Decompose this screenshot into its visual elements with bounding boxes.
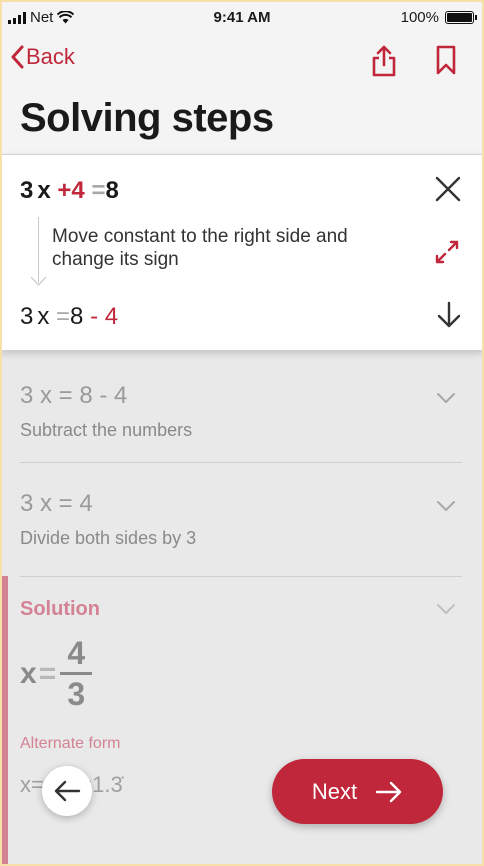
solution-label: Solution (20, 598, 100, 620)
connector-arrow-icon (30, 276, 47, 286)
arrow-right-icon (375, 781, 402, 802)
step-equation: 3 x = 4 (20, 490, 93, 517)
chevron-left-icon (11, 45, 24, 69)
step-description: Divide both sides by 3 (20, 528, 197, 548)
step-description: Subtract the numbers (20, 420, 193, 440)
battery-group: 100% (400, 9, 477, 26)
next-substep-button[interactable] (436, 301, 462, 334)
step-item[interactable]: 3 x = 8 - 4 Subtract the numbers (20, 382, 462, 463)
arrow-down-icon (437, 301, 461, 328)
share-button[interactable] (370, 44, 398, 83)
bookmark-icon (436, 45, 456, 75)
solution-fraction: 4 3 (60, 635, 93, 712)
current-step-card: 3x +4 =8 Move constant to the right side… (0, 155, 484, 350)
battery-percent: 100% (400, 9, 439, 26)
next-label: Next (311, 778, 358, 804)
navigation-bar: Back Solving steps (0, 36, 484, 155)
solution-equals: = (38, 656, 57, 690)
page-title: Solving steps (20, 96, 274, 140)
arrow-left-icon (54, 780, 81, 802)
step-item[interactable]: 3 x = 4 Divide both sides by 3 (20, 490, 462, 577)
next-button[interactable]: Next (272, 759, 443, 824)
status-bar: Net 9:41 AM 100% (0, 0, 484, 36)
chevron-down-icon (437, 501, 455, 511)
bookmark-button[interactable] (434, 44, 458, 81)
chevron-down-icon[interactable] (436, 603, 456, 615)
close-step-button[interactable] (434, 175, 462, 208)
fraction-numerator: 4 (67, 635, 86, 671)
expand-step-button[interactable] (434, 239, 460, 270)
expand-icon (435, 240, 459, 264)
share-icon (372, 45, 396, 77)
back-label: Back (26, 44, 75, 69)
solution-equation: x = 4 3 (20, 635, 93, 712)
solution-variable: x (20, 656, 37, 690)
solution-accent-bar (0, 576, 8, 866)
chevron-down-icon (437, 393, 455, 403)
close-icon (435, 176, 461, 202)
back-button[interactable]: Back (10, 44, 75, 70)
step-instruction: Move constant to the right side and chan… (52, 226, 348, 270)
step-connector-line (38, 217, 39, 283)
equation-after: 3x =8 - 4 (20, 303, 119, 330)
equation-before: 3x +4 =8 (20, 177, 119, 204)
previous-button[interactable] (42, 766, 92, 816)
fraction-denominator: 3 (67, 676, 86, 712)
step-equation: 3 x = 8 - 4 (20, 382, 128, 409)
alternate-form-label: Alternate form (20, 735, 121, 752)
battery-icon (445, 11, 477, 24)
